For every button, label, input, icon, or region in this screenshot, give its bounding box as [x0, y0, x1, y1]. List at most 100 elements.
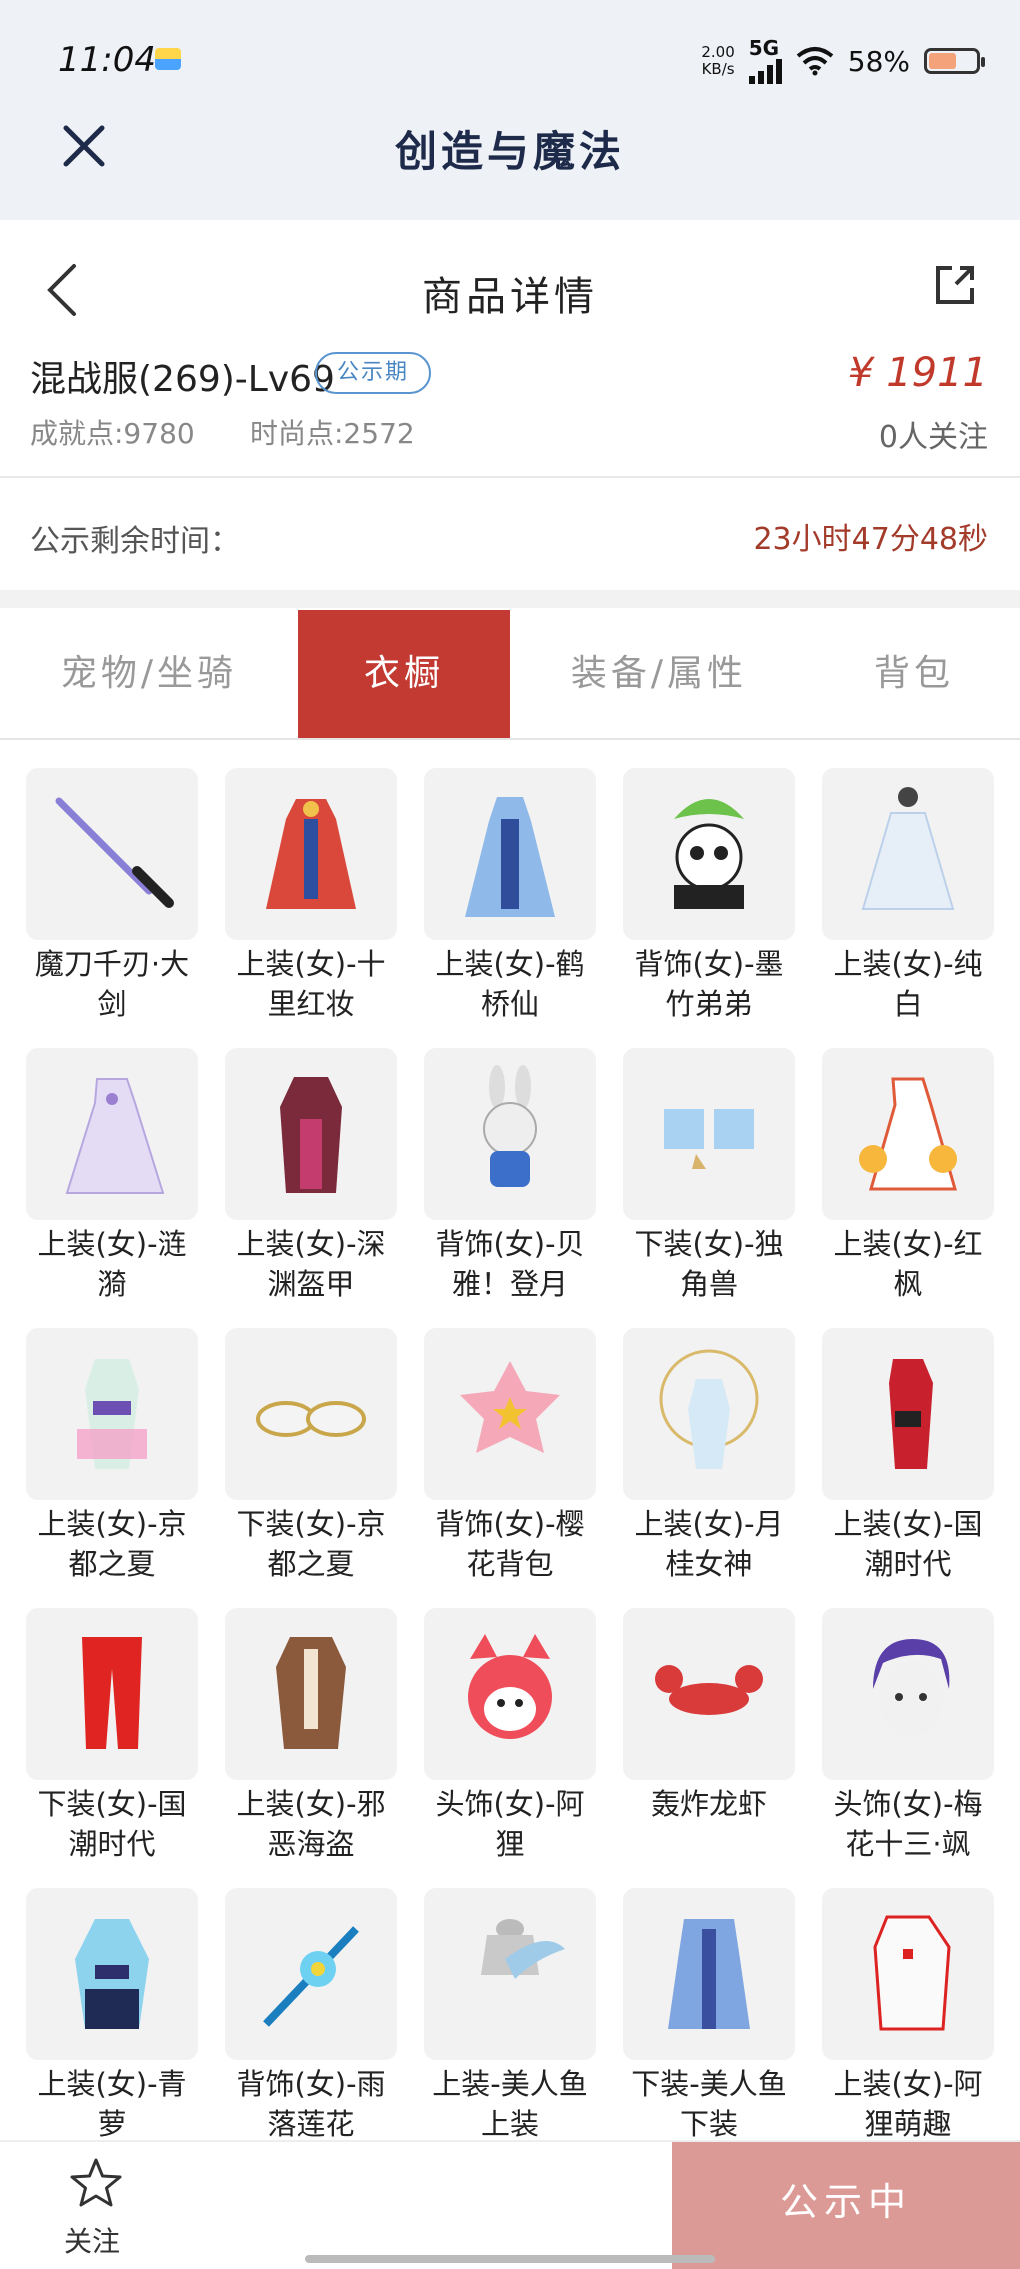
category-tabs: 宠物/坐骑 衣橱 装备/属性 背包 — [0, 610, 1020, 740]
item-name: 背饰(女)-墨竹弟弟 — [634, 947, 784, 1021]
pirate-vest-icon — [225, 1608, 397, 1780]
item-name: 上装(女)-邪恶海盗 — [236, 1787, 386, 1861]
lilac-dress-icon — [26, 1048, 198, 1220]
wardrobe-item[interactable]: 背饰(女)-墨竹弟弟 — [623, 768, 795, 1048]
wardrobe-item[interactable]: 上装(女)-国潮时代 — [822, 1328, 994, 1608]
sim-card-icon — [155, 48, 181, 70]
product-price: ¥ 1911 — [848, 350, 988, 396]
network-speed-value: 2.00 — [701, 43, 735, 61]
achievement-points: 成就点:9780 — [30, 417, 195, 450]
tab-backpack[interactable]: 背包 — [808, 610, 1020, 738]
fashion-points: 时尚点:2572 — [250, 417, 415, 450]
remaining-time-label: 公示剩余时间： — [30, 524, 240, 559]
item-name: 上装(女)-青萝 — [37, 2067, 187, 2141]
wardrobe-item[interactable]: 上装(女)-鹤桥仙 — [424, 768, 596, 1048]
item-name: 上装(女)-月桂女神 — [634, 1507, 784, 1581]
wardrobe-item[interactable]: 魔刀千刃·大剑 — [26, 768, 198, 1048]
status-indicators: 2.00 KB/s 5G 58% — [701, 36, 985, 84]
wardrobe-item[interactable]: 下装-美人鱼下装 — [623, 1888, 795, 2168]
item-name: 上装(女)-纯白 — [833, 947, 983, 1021]
cellular-signal: 5G — [748, 36, 782, 84]
item-name: 下装(女)-国潮时代 — [37, 1787, 187, 1861]
item-name: 上装(女)-国潮时代 — [833, 1507, 983, 1581]
wardrobe-item[interactable]: 下装(女)-独角兽 — [623, 1048, 795, 1328]
notice-button[interactable]: 公示中 — [672, 2142, 1020, 2269]
page-title: 商品详情 — [422, 274, 598, 320]
tab-equipment[interactable]: 装备/属性 — [510, 610, 808, 738]
signal-bars-icon — [748, 58, 782, 84]
wardrobe-item[interactable]: 上装(女)-纯白 — [822, 768, 994, 1048]
hoodie-icon — [822, 1888, 994, 2060]
sakura-bag-icon — [424, 1328, 596, 1500]
wardrobe-item[interactable]: 头饰(女)-梅花十三·飒 — [822, 1608, 994, 1888]
kimono-icon — [26, 1328, 198, 1500]
wardrobe-item[interactable]: 背饰(女)-樱花背包 — [424, 1328, 596, 1608]
item-name: 下装(女)-独角兽 — [634, 1227, 784, 1301]
item-name: 魔刀千刃·大剑 — [34, 947, 190, 1021]
wardrobe-item[interactable]: 上装(女)-涟漪 — [26, 1048, 198, 1328]
item-name: 上装(女)-京都之夏 — [37, 1507, 187, 1581]
item-name: 上装-美人鱼上装 — [432, 2067, 588, 2141]
wardrobe-item[interactable]: 下装(女)-国潮时代 — [26, 1608, 198, 1888]
tab-wardrobe[interactable]: 衣橱 — [298, 610, 510, 738]
item-name: 轰炸龙虾 — [650, 1787, 767, 1821]
wardrobe-item[interactable]: 上装(女)-阿狸萌趣 — [822, 1888, 994, 2168]
item-name: 上装(女)-鹤桥仙 — [435, 947, 585, 1021]
item-name: 上装(女)-深渊盔甲 — [236, 1227, 386, 1301]
armor-icon — [225, 1048, 397, 1220]
qipao-icon — [822, 1328, 994, 1500]
wardrobe-item[interactable]: 上装(女)-青萝 — [26, 1888, 198, 2168]
wifi-icon — [796, 47, 834, 76]
section-gap — [0, 590, 1020, 608]
divider — [0, 476, 1020, 478]
panda-icon — [623, 768, 795, 940]
status-badge: 公示期 — [315, 352, 431, 394]
star-icon[interactable] — [68, 2156, 124, 2212]
sword-icon — [26, 768, 198, 940]
item-name: 背饰(女)-樱花背包 — [435, 1507, 585, 1581]
wardrobe-item[interactable]: 背饰(女)-雨落莲花 — [225, 1888, 397, 2168]
wardrobe-item[interactable]: 上装(女)-十里红妆 — [225, 768, 397, 1048]
cyan-kimono-icon — [26, 1888, 198, 2060]
item-name: 背饰(女)-贝雅！登月 — [435, 1227, 585, 1301]
blue-dress-icon — [424, 768, 596, 940]
item-name: 上装(女)-涟漪 — [37, 1227, 187, 1301]
red-dress-icon — [225, 768, 397, 940]
app-title: 创造与魔法 — [394, 127, 625, 176]
battery-icon — [924, 48, 985, 74]
purple-hair-icon — [822, 1608, 994, 1780]
wardrobe-item[interactable]: 轰炸龙虾 — [623, 1608, 795, 1888]
battery-level — [929, 53, 956, 69]
wardrobe-item[interactable]: 上装(女)-京都之夏 — [26, 1328, 198, 1608]
mermaid-top-icon — [424, 1888, 596, 2060]
item-name: 上装(女)-红枫 — [833, 1227, 983, 1301]
wardrobe-item[interactable]: 上装-美人鱼上装 — [424, 1888, 596, 2168]
wardrobe-grid: 魔刀千刃·大剑 上装(女)-十里红妆 上装(女)-鹤桥仙 背饰(女)-墨竹弟弟 上装(女… — [26, 768, 1001, 2168]
wardrobe-item[interactable]: 背饰(女)-贝雅！登月 — [424, 1048, 596, 1328]
ali-head-icon — [424, 1608, 596, 1780]
home-indicator — [305, 2255, 715, 2263]
page-nav: 商品详情 — [0, 222, 1020, 350]
network-type: 5G — [748, 36, 780, 60]
maple-dress-icon — [822, 1048, 994, 1220]
status-and-app-header: 11:04 2.00 KB/s 5G 58% 创造与魔法 — [0, 0, 1020, 220]
wardrobe-item[interactable]: 上装(女)-红枫 — [822, 1048, 994, 1328]
wardrobe-item[interactable]: 下装(女)-京都之夏 — [225, 1328, 397, 1608]
tab-pets-mounts[interactable]: 宠物/坐骑 — [0, 610, 298, 738]
wardrobe-item[interactable]: 头饰(女)-阿狸 — [424, 1608, 596, 1888]
network-speed: 2.00 KB/s — [701, 44, 734, 78]
lotus-staff-icon — [225, 1888, 397, 2060]
item-name: 头饰(女)-梅花十三·飒 — [833, 1787, 983, 1861]
remaining-time-value: 23小时47分48秒 — [753, 522, 988, 557]
item-name: 下装-美人鱼下装 — [631, 2067, 787, 2141]
status-time: 11:04 — [58, 40, 156, 80]
wardrobe-item[interactable]: 上装(女)-深渊盔甲 — [225, 1048, 397, 1328]
follower-count: 0人关注 — [878, 420, 988, 455]
wardrobe-item[interactable]: 上装(女)-月桂女神 — [623, 1328, 795, 1608]
share-icon[interactable] — [932, 262, 978, 308]
boots-icon — [623, 1048, 795, 1220]
product-name: 混战服(269)-Lv69 — [30, 359, 335, 400]
wardrobe-item[interactable]: 上装(女)-邪恶海盗 — [225, 1608, 397, 1888]
follow-label[interactable]: 关注 — [64, 2220, 120, 2260]
item-name: 背饰(女)-雨落莲花 — [236, 2067, 386, 2141]
